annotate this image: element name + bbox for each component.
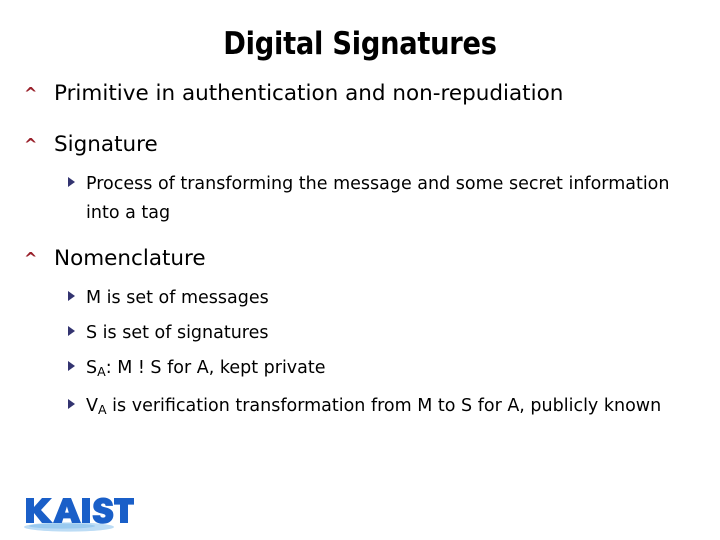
sublist-signature: Process of transforming the message and … (0, 170, 720, 228)
slide-body: ^ Primitive in authentication and non-re… (0, 80, 720, 430)
bullet-level2-signing-transform: SA: M ! S for A, kept private (0, 354, 720, 386)
bullet-level1-signature: ^ Signature (0, 131, 720, 159)
subscript-a: A (97, 363, 106, 379)
signing-transform-rest: : M ! S for A, kept private (105, 358, 326, 378)
bullet-level2-verification-transform-label: VA is verification transformation from M… (86, 392, 698, 424)
spacer-before-signature (0, 121, 720, 131)
bullet-level2-messages: M is set of messages (0, 284, 720, 313)
symbol-v: V (86, 395, 98, 416)
bullet-level2-messages-label: M is set of messages (86, 288, 269, 308)
triangle-bullet-icon (68, 284, 78, 313)
caret-bullet-icon: ^ (24, 135, 38, 154)
triangle-bullet-icon (68, 354, 78, 383)
bullet-level1-primitive-label: Primitive in authentication and non-repu… (54, 81, 564, 106)
triangle-bullet-icon (68, 392, 78, 421)
bullet-level1-primitive: ^ Primitive in authentication and non-re… (0, 80, 720, 108)
bullet-level1-signature-label: Signature (54, 132, 158, 157)
subscript-a: A (97, 401, 107, 417)
caret-bullet-icon: ^ (24, 84, 38, 103)
kaist-logo-graphic (24, 497, 134, 532)
triangle-bullet-icon (68, 170, 78, 199)
presentation-slide: Digital Signatures ^ Primitive in authen… (0, 0, 720, 540)
caret-bullet-icon: ^ (24, 249, 38, 268)
bullet-level2-signatures: S is set of signatures (0, 319, 720, 348)
sublist-nomenclature: M is set of messages S is set of signatu… (0, 284, 720, 424)
bullet-level1-nomenclature: ^ Nomenclature (0, 245, 720, 273)
verification-transform-rest: is verification transformation from M to… (106, 395, 662, 416)
symbol-s: S (86, 358, 98, 378)
bullet-level2-process-label: Process of transforming the message and … (86, 174, 670, 223)
logo-swoosh-inner (29, 523, 95, 529)
kaist-logo (22, 490, 134, 534)
bullet-level2-signing-transform-label: SA: M ! S for A, kept private (86, 354, 698, 386)
spacer-before-nomenclature (0, 234, 720, 245)
bullet-level2-signatures-label: S is set of signatures (86, 323, 269, 343)
bullet-level2-verification-transform: VA is verification transformation from M… (0, 392, 720, 424)
bullet-level2-process: Process of transforming the message and … (0, 170, 720, 228)
triangle-bullet-icon (68, 319, 78, 348)
slide-title: Digital Signatures (223, 26, 497, 62)
logo-wordmark (26, 497, 134, 524)
bullet-level1-nomenclature-label: Nomenclature (54, 246, 206, 271)
